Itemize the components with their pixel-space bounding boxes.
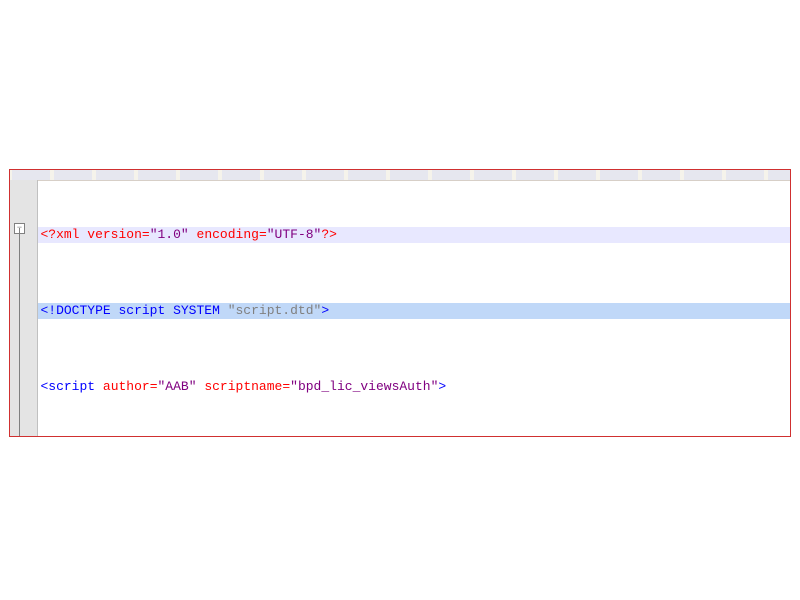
code-line[interactable]: <?xml version="1.0" encoding="UTF-8"?> [38, 227, 790, 243]
code-line[interactable]: <!DOCTYPE script SYSTEM "script.dtd"> [38, 303, 790, 319]
val-version: "1.0" [150, 227, 189, 242]
doctype-close: > [321, 303, 329, 318]
attr-encoding: encoding= [197, 227, 267, 242]
attr-version: version= [87, 227, 149, 242]
editor-frame: − <?xml version="1.0" encoding="UTF-8"?>… [9, 169, 791, 437]
val-scriptname: "bpd_lic_viewsAuth" [290, 379, 438, 394]
code-line[interactable]: <script author="AAB" scriptname="bpd_lic… [38, 379, 790, 395]
xml-pi-close: ?> [321, 227, 337, 242]
doctype-body: DOCTYPE script SYSTEM [56, 303, 228, 318]
tag-close: > [438, 379, 446, 394]
xml-keyword: xml [56, 227, 87, 242]
fold-gutter[interactable]: − [10, 180, 38, 436]
xml-pi-open: <? [40, 227, 56, 242]
doctype-file: "script.dtd" [228, 303, 322, 318]
val-encoding: "UTF-8" [267, 227, 322, 242]
fold-guide-line [19, 228, 20, 436]
tag-name: script [48, 379, 95, 394]
attr-author: author= [103, 379, 158, 394]
attr-scriptname: scriptname= [204, 379, 290, 394]
code-area[interactable]: <?xml version="1.0" encoding="UTF-8"?> <… [38, 180, 790, 436]
space [95, 379, 103, 394]
space [189, 227, 197, 242]
val-author: "AAB" [158, 379, 197, 394]
doctype-open: <! [40, 303, 56, 318]
code-editor[interactable]: − <?xml version="1.0" encoding="UTF-8"?>… [10, 180, 790, 436]
